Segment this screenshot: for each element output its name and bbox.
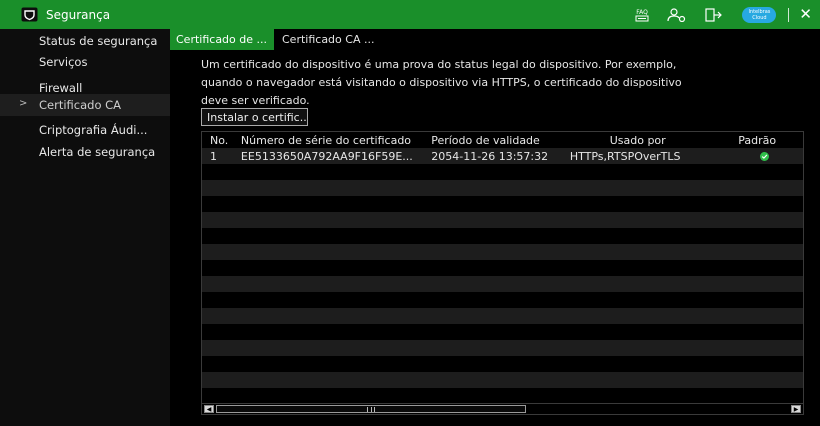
cell-default xyxy=(726,151,803,161)
horizontal-scrollbar[interactable]: ◀ ▶ xyxy=(202,403,803,414)
table-row-empty xyxy=(202,180,803,196)
title-bar: Segurança FAQ Intelbras Cloud ✕ xyxy=(0,0,820,29)
tab-certificado-ca[interactable]: Certificado CA ... xyxy=(274,29,380,50)
scroll-right-icon[interactable]: ▶ xyxy=(791,405,801,413)
tab-certificado-dispositivo[interactable]: Certificado de ... xyxy=(170,29,274,50)
sidebar-item-certificado-ca[interactable]: > Certificado CA xyxy=(0,94,170,116)
sidebar-item-criptografia-audio[interactable]: Criptografia Áudi... xyxy=(0,119,170,141)
cell-used-by: HTTPs,RTSPOverTLS xyxy=(569,149,681,163)
logout-icon[interactable] xyxy=(705,7,723,22)
description-line: Um certificado do dispositivo é uma prov… xyxy=(201,58,677,71)
column-header-default: Padrão xyxy=(738,133,777,147)
description-text: Um certificado do dispositivo é uma prov… xyxy=(201,56,761,110)
table-row-empty xyxy=(202,340,803,356)
table-row-empty xyxy=(202,276,803,292)
table-row-empty xyxy=(202,260,803,276)
grip-icon xyxy=(367,407,375,412)
table-row-empty xyxy=(202,324,803,340)
table-row-empty xyxy=(202,308,803,324)
table-row-empty xyxy=(202,196,803,212)
check-circle-icon xyxy=(760,151,770,161)
sidebar-item-label: Alerta de segurança xyxy=(39,145,156,159)
cell-no: 1 xyxy=(210,149,217,163)
table-row-empty xyxy=(202,164,803,180)
cloud-icon[interactable]: Intelbras Cloud xyxy=(742,6,777,23)
table-row-empty xyxy=(202,356,803,372)
table-row-empty xyxy=(202,372,803,388)
window-title: Segurança xyxy=(46,7,111,22)
table-row-empty xyxy=(202,228,803,244)
column-header-period: Período de validade xyxy=(431,133,540,147)
table-header: No. Número de série do certificado Perío… xyxy=(202,132,803,148)
table-body: 1 EE5133650A792AA9F16F59E... 2054-11-26 … xyxy=(202,148,803,414)
table-row-empty xyxy=(202,212,803,228)
sidebar-item-status-de-seguranca[interactable]: Status de segurança xyxy=(0,30,170,52)
cell-serial: EE5133650A792AA9F16F59E... xyxy=(240,149,413,163)
install-certificate-button[interactable]: Instalar o certific... xyxy=(201,108,308,126)
certificate-table: No. Número de série do certificado Perío… xyxy=(201,131,804,415)
column-header-used-by: Usado por xyxy=(609,133,666,147)
user-settings-icon[interactable] xyxy=(667,7,687,22)
sidebar-item-label: Status de segurança xyxy=(39,34,158,48)
table-row-empty xyxy=(202,244,803,260)
close-icon[interactable]: ✕ xyxy=(799,7,812,22)
sidebar-item-label: Criptografia Áudi... xyxy=(39,123,148,137)
sidebar: Status de segurança Serviços Firewall > … xyxy=(0,29,170,426)
column-header-no: No. xyxy=(210,133,229,147)
sidebar-item-label: Certificado CA xyxy=(39,98,122,112)
faq-icon[interactable]: FAQ xyxy=(634,8,650,22)
table-row-empty xyxy=(202,388,803,404)
chevron-right-icon: > xyxy=(19,98,28,109)
table-row[interactable]: 1 EE5133650A792AA9F16F59E... 2054-11-26 … xyxy=(202,148,803,164)
scroll-left-icon[interactable]: ◀ xyxy=(204,405,214,413)
description-line: quando o navegador está visitando o disp… xyxy=(201,76,682,89)
table-row-empty xyxy=(202,292,803,308)
scrollbar-thumb[interactable] xyxy=(216,405,526,413)
sidebar-item-label: Serviços xyxy=(39,55,88,69)
toolbar-divider xyxy=(788,7,790,22)
cell-period: 2054-11-26 13:57:32 xyxy=(431,149,549,163)
column-header-serial: Número de série do certificado xyxy=(240,133,412,147)
shield-icon xyxy=(21,7,38,22)
tab-bar: Certificado de ... Certificado CA ... xyxy=(170,29,380,50)
sidebar-item-label: Firewall xyxy=(39,81,83,95)
faq-label: FAQ xyxy=(637,9,649,16)
cloud-label: Cloud xyxy=(752,14,767,21)
sidebar-item-alerta-de-seguranca[interactable]: Alerta de segurança xyxy=(0,141,170,163)
sidebar-item-servicos[interactable]: Serviços xyxy=(0,51,170,73)
